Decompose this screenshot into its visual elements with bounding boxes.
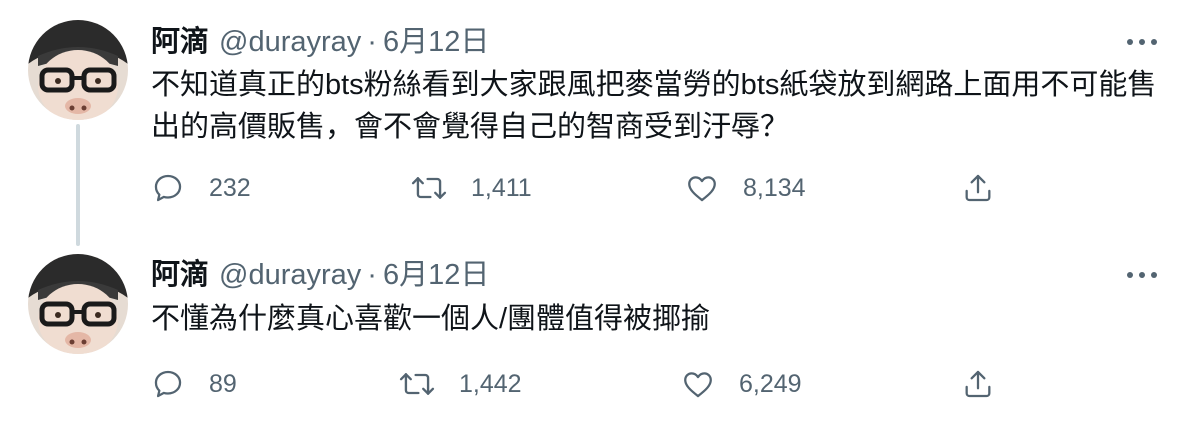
separator-dot: · [367, 259, 377, 291]
like-count: 8,134 [743, 173, 806, 202]
tweet-2[interactable]: 阿滴 @durayray · 6月12日 不懂為什麼真心喜歡一個人/團體值得被揶揄 8… [0, 250, 1186, 422]
tweet-text: 不懂為什麼真心喜歡一個人/團體值得被揶揄 [151, 303, 711, 335]
tweet-1[interactable]: 阿滴 @durayray · 6月12日 不知道真正的bts粉絲看到大家跟風把麥當勞的… [0, 0, 1186, 250]
reply-count: 89 [209, 369, 237, 398]
share-button[interactable] [961, 170, 995, 206]
more-options-button[interactable] [1122, 265, 1162, 285]
avatar-photo [28, 254, 128, 354]
retweet-arrows-icon [399, 373, 435, 395]
tweet-actions: 232 1,411 8,134 [151, 170, 1011, 206]
author-name[interactable]: 阿滴 [151, 259, 209, 291]
share-button[interactable] [961, 366, 995, 402]
more-horizontal-icon [1127, 39, 1157, 45]
author-name[interactable]: 阿滴 [151, 26, 209, 58]
more-horizontal-icon [1127, 272, 1157, 278]
like-count: 6,249 [739, 369, 802, 398]
author-handle[interactable]: @durayray [219, 26, 361, 58]
like-button[interactable]: 8,134 [685, 170, 806, 206]
heart-icon [684, 372, 712, 398]
separator-dot: · [367, 26, 377, 58]
author-handle[interactable]: @durayray [219, 259, 361, 291]
tweet-header: 阿滴 @durayray · 6月12日 [151, 258, 489, 292]
reply-bubble-icon [154, 174, 182, 202]
tweet-actions: 89 1,442 6,249 [151, 366, 1011, 402]
retweet-count: 1,442 [459, 369, 522, 398]
retweet-button[interactable]: 1,442 [399, 366, 522, 402]
avatar[interactable] [28, 20, 128, 120]
share-upload-icon [965, 174, 991, 202]
retweet-arrows-icon [411, 177, 447, 199]
more-options-button[interactable] [1122, 32, 1162, 52]
heart-icon [688, 176, 716, 202]
retweet-button[interactable]: 1,411 [411, 170, 532, 206]
tweet-date[interactable]: 6月12日 [383, 259, 489, 291]
reply-button[interactable]: 89 [151, 366, 237, 402]
like-button[interactable]: 6,249 [681, 366, 802, 402]
reply-button[interactable]: 232 [151, 170, 251, 206]
tweet-text: 不知道真正的bts粉絲看到大家跟風把麥當勞的bts紙袋放到網路上面用不可能售出的… [151, 69, 1157, 143]
thread-connector-line [76, 124, 80, 246]
reply-count: 232 [209, 173, 251, 202]
retweet-count: 1,411 [471, 173, 532, 202]
reply-bubble-icon [154, 370, 182, 398]
share-upload-icon [965, 370, 991, 398]
avatar[interactable] [28, 254, 128, 354]
tweet-date[interactable]: 6月12日 [383, 26, 489, 58]
avatar-photo [28, 20, 128, 120]
tweet-header: 阿滴 @durayray · 6月12日 [151, 25, 489, 59]
